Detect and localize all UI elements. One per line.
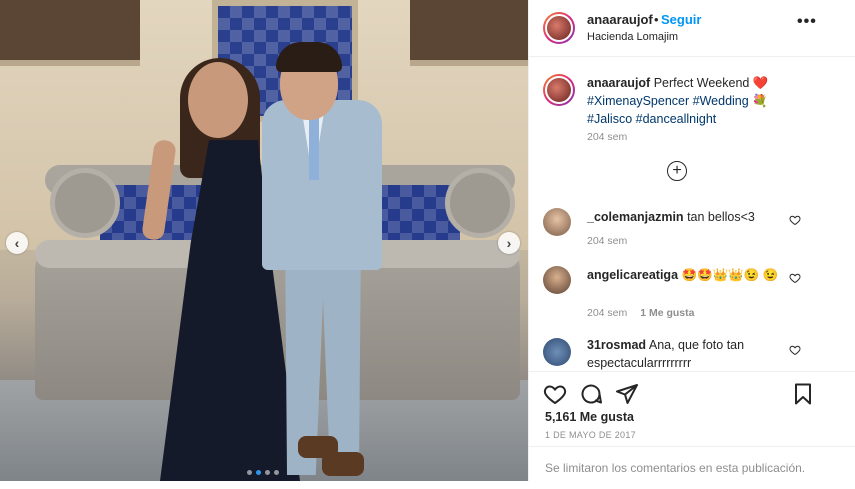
photo-fountain-scroll-right [445, 168, 515, 238]
post-caption: anaaraujof Perfect Weekend ❤️ #XimenaySp… [587, 74, 837, 128]
comment-timestamp[interactable]: 204 sem [587, 307, 627, 319]
hashtag-link[interactable]: #Jalisco [587, 112, 632, 126]
comment-avatar[interactable] [543, 338, 571, 366]
follow-button[interactable]: Seguir [661, 12, 701, 27]
caption-timestamp[interactable]: 204 sem [587, 131, 627, 143]
heart-outline-icon[interactable] [789, 272, 801, 284]
load-more-comments-button[interactable]: + [667, 161, 687, 181]
post-like-count[interactable]: 5,161 Me gusta [545, 410, 634, 424]
caption-text: Perfect Weekend [653, 76, 750, 90]
comment-bubble-icon[interactable] [579, 382, 603, 406]
carousel-next-button[interactable]: › [498, 232, 520, 254]
author-avatar[interactable] [543, 12, 575, 44]
hashtag-link[interactable]: #danceallnight [636, 112, 717, 126]
comment-body: _colemanjazmin tan bellos<3 [587, 208, 797, 226]
comment-username[interactable]: _colemanjazmin [587, 210, 684, 224]
carousel-dot-active [256, 470, 261, 475]
photo-man-hair [276, 42, 342, 72]
post-header: anaaraujof • Seguir Hacienda Lomajim ••• [529, 0, 855, 57]
comment-text: 🤩🤩👑👑😉 😉 [681, 268, 779, 282]
comment-avatar[interactable] [543, 266, 571, 294]
photo-man-tie [309, 110, 319, 180]
chevron-right-icon: › [506, 235, 512, 251]
heart-outline-icon[interactable] [789, 344, 801, 356]
plus-circle-icon: + [672, 162, 682, 179]
comment-likes[interactable]: 1 Me gusta [640, 307, 694, 319]
comment-meta: 204 sem 1 Me gusta [587, 307, 694, 319]
heart-emoji: ❤️ [752, 76, 769, 90]
chevron-left-icon: ‹ [14, 235, 20, 251]
photo-fountain-scroll-left [50, 168, 120, 238]
author-username[interactable]: anaaraujof [587, 12, 653, 27]
like-heart-icon[interactable] [543, 382, 567, 406]
post-photo[interactable]: ‹ › [0, 0, 528, 481]
comment-text: tan bellos<3 [687, 210, 755, 224]
photo-window-left [0, 0, 140, 66]
bouquet-emoji: 💐 [752, 94, 768, 108]
caption-avatar[interactable] [543, 74, 575, 106]
comments-limited-notice: Se limitaron los comentarios en esta pub… [529, 446, 855, 489]
post-actions: 5,161 Me gusta 1 DE MAYO DE 2017 Se limi… [529, 371, 855, 482]
caption-username[interactable]: anaaraujof [587, 76, 650, 90]
post-location[interactable]: Hacienda Lomajim [587, 31, 678, 43]
photo-window-right [410, 0, 528, 66]
photo-shoe-right [322, 452, 364, 476]
photo-man-jacket [262, 100, 382, 270]
comment-meta: 204 sem [587, 235, 627, 247]
share-paper-plane-icon[interactable] [615, 382, 639, 406]
post-date[interactable]: 1 DE MAYO DE 2017 [545, 430, 636, 440]
carousel-prev-button[interactable]: ‹ [6, 232, 28, 254]
comment-body: angelicareatiga 🤩🤩👑👑😉 😉 [587, 266, 797, 284]
instagram-post: ‹ › anaaraujof • Seguir Hacienda Lomajim… [0, 0, 855, 481]
comment-username[interactable]: 31rosmad [587, 338, 646, 352]
carousel-dot [247, 470, 252, 475]
carousel-dot [265, 470, 270, 475]
header-separator: • [654, 12, 659, 27]
more-options-icon[interactable]: ••• [797, 13, 817, 31]
photo-woman-head [188, 62, 248, 138]
comment-body: 31rosmad Ana, que foto tan espectacularr… [587, 336, 797, 372]
bookmark-icon[interactable] [791, 382, 815, 406]
carousel-dot [274, 470, 279, 475]
heart-outline-icon[interactable] [789, 214, 801, 226]
hashtag-link[interactable]: #Wedding [693, 94, 749, 108]
comment-avatar[interactable] [543, 208, 571, 236]
post-side-panel: anaaraujof • Seguir Hacienda Lomajim •••… [528, 0, 855, 481]
hashtag-link[interactable]: #XimenaySpencer [587, 94, 689, 108]
comment-timestamp[interactable]: 204 sem [587, 235, 627, 247]
carousel-indicator [247, 470, 279, 475]
comment-username[interactable]: angelicareatiga [587, 268, 678, 282]
